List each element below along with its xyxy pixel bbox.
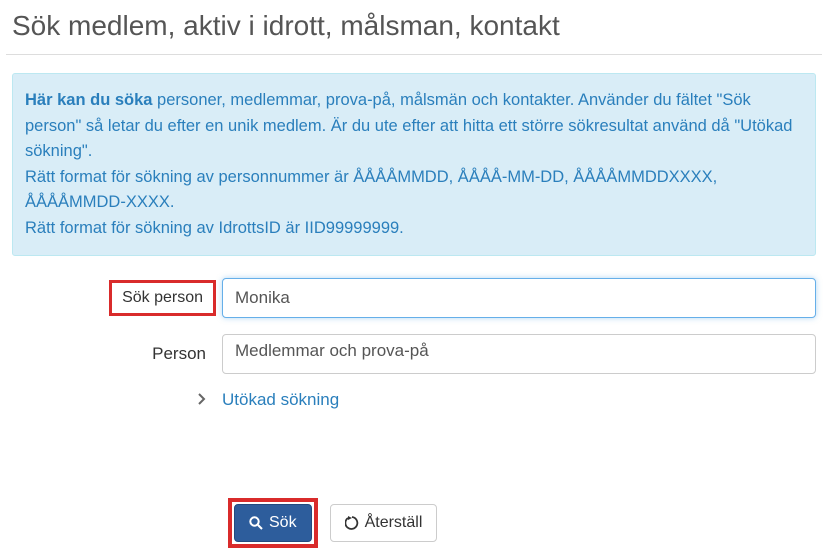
info-line2: Rätt format för sökning av personnummer … (25, 168, 717, 212)
person-select[interactable]: Medlemmar och prova-på (222, 334, 816, 374)
search-button[interactable]: Sök (234, 504, 312, 542)
advanced-search-link[interactable]: Utökad sökning (222, 390, 339, 410)
chevron-right-icon (198, 393, 206, 405)
info-banner: Här kan du söka personer, medlemmar, pro… (12, 73, 816, 256)
search-button-highlight: Sök (228, 498, 318, 548)
search-person-input[interactable] (222, 278, 816, 318)
info-line3: Rätt format för sökning av IdrottsID är … (25, 219, 404, 237)
person-label: Person (12, 344, 222, 364)
reset-button-label: Återställ (365, 514, 423, 532)
info-strong: Här kan du söka (25, 91, 152, 109)
undo-icon (345, 516, 359, 530)
search-button-label: Sök (269, 514, 297, 532)
search-person-label: Sök person (109, 280, 216, 316)
reset-button[interactable]: Återställ (330, 504, 438, 542)
page-title: Sök medlem, aktiv i idrott, målsman, kon… (6, 0, 822, 55)
search-icon (249, 516, 263, 530)
